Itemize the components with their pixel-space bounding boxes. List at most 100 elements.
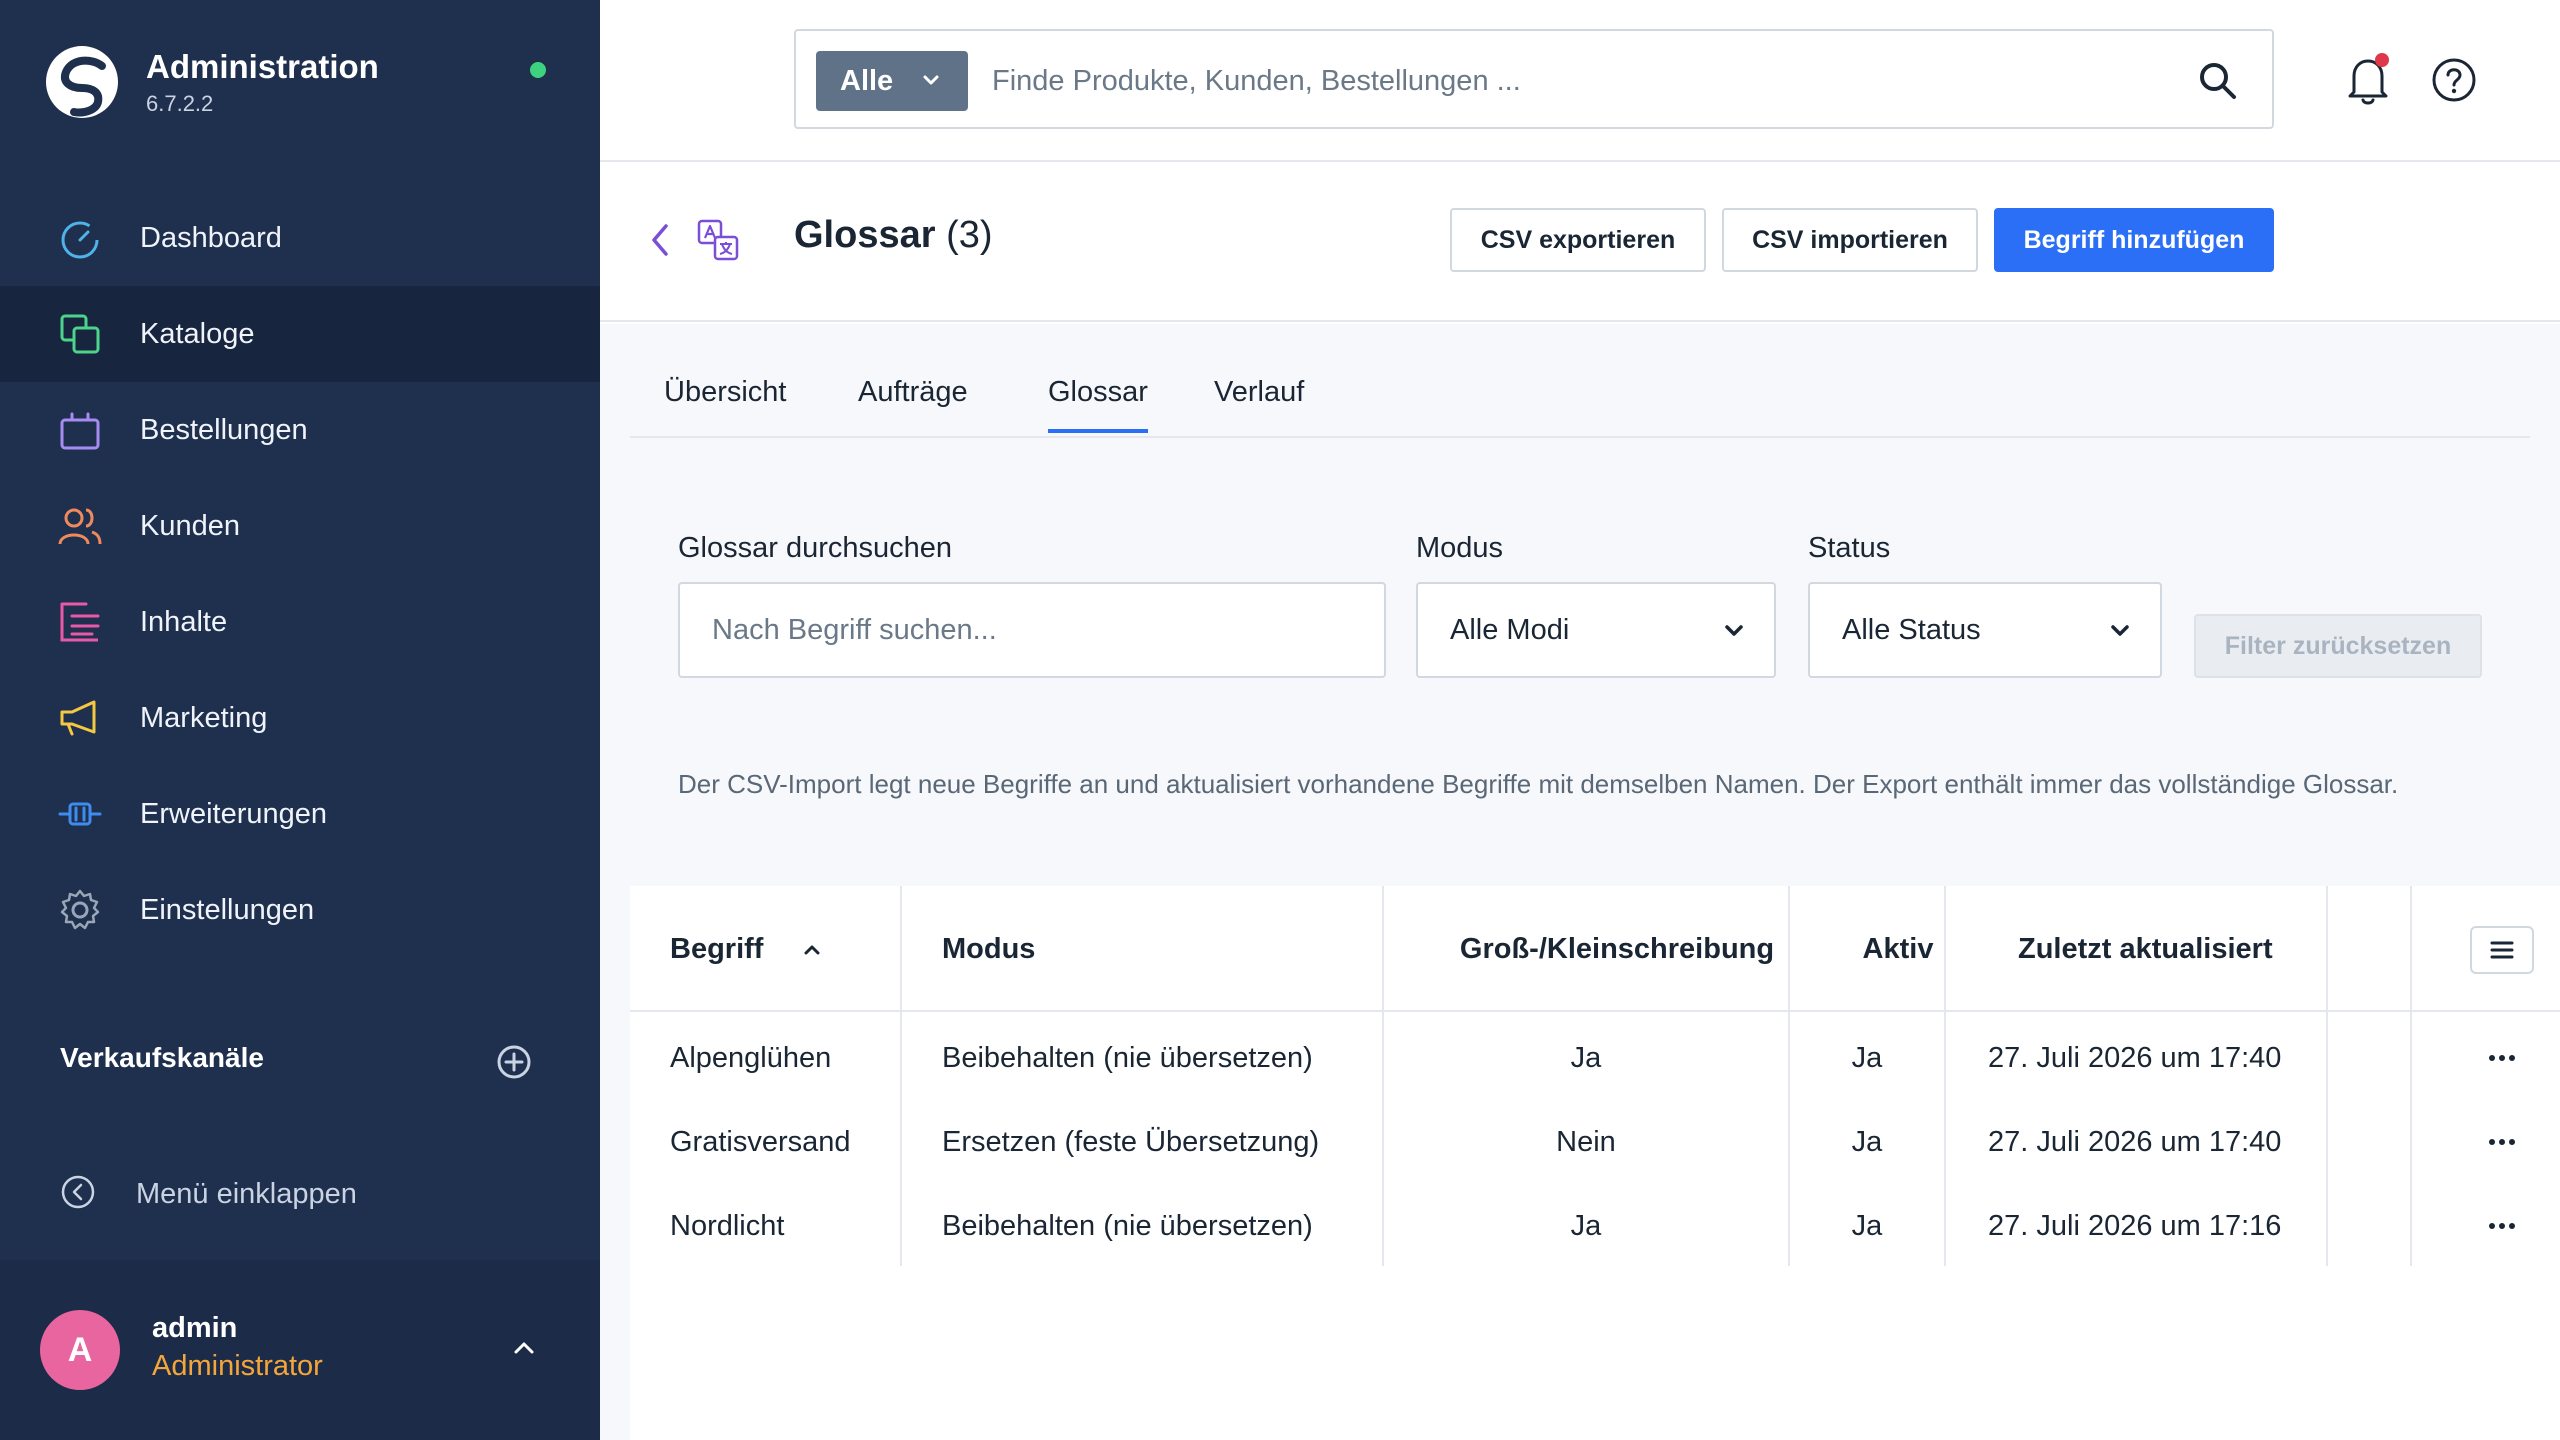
main-navigation: Dashboard Kataloge Bestellungen Kunden I… [0, 190, 600, 958]
sidebar-item-label: Bestellungen [140, 413, 308, 446]
tab-verlauf[interactable]: Verlauf [1214, 376, 1304, 429]
back-chevron-icon[interactable] [644, 218, 676, 262]
gear-icon [60, 889, 100, 930]
csv-import-button[interactable]: CSV importieren [1722, 208, 1978, 272]
search-scope-dropdown[interactable]: Alle [816, 51, 968, 111]
table-row[interactable]: Alpenglühen Beibehalten (nie übersetzen)… [630, 1016, 2560, 1100]
glossary-search-input[interactable] [678, 582, 1386, 678]
column-header-case-sensitive[interactable]: Groß-/Kleinschreibung [1414, 886, 1820, 1012]
status-filter-select[interactable]: Alle Status [1808, 582, 2162, 678]
chevron-down-icon [2111, 625, 2129, 636]
status-online-indicator [530, 62, 546, 78]
cell-updated: 27. Juli 2026 um 17:40 [1988, 1125, 2282, 1158]
tab-auftraege[interactable]: Aufträge [858, 376, 968, 429]
cell-aktiv: Ja [1851, 1209, 1883, 1242]
sidebar-item-kataloge[interactable]: Kataloge [0, 286, 600, 382]
tab-glossar[interactable]: Glossar [1048, 376, 1148, 433]
cell-modus: Beibehalten (nie übersetzen) [942, 1209, 1313, 1242]
table-row[interactable]: Gratisversand Ersetzen (feste Übersetzun… [630, 1100, 2560, 1184]
chevron-left-circle-icon [61, 1175, 95, 1209]
catalog-copy-icon [60, 314, 100, 354]
add-circle-icon[interactable] [496, 1044, 532, 1080]
more-actions-icon[interactable] [2482, 1214, 2522, 1238]
notification-bell-icon[interactable] [2340, 52, 2396, 108]
page-title-text: Glossar [794, 214, 936, 256]
search-icon[interactable] [2196, 59, 2240, 103]
global-search: Alle [794, 29, 2274, 129]
sidebar-item-inhalte[interactable]: Inhalte [0, 574, 600, 670]
page-title-count: (3) [946, 214, 993, 256]
list-menu-icon [2490, 941, 2514, 959]
sidebar-item-bestellungen[interactable]: Bestellungen [0, 382, 600, 478]
cell-aktiv: Ja [1851, 1125, 1883, 1158]
megaphone-icon [60, 700, 96, 736]
sidebar-item-label: Kataloge [140, 317, 255, 350]
mode-filter-select[interactable]: Alle Modi [1416, 582, 1776, 678]
page-header: Glossar (3) CSV exportieren CSV importie… [600, 162, 2560, 322]
column-header-begriff[interactable]: Begriff [670, 886, 870, 1012]
sidebar-item-label: Marketing [140, 701, 268, 734]
cell-updated: 27. Juli 2026 um 17:40 [1988, 1041, 2282, 1074]
translate-icon [697, 219, 739, 261]
collapse-menu-button[interactable]: Menü einklappen [60, 1170, 540, 1220]
sidebar: Administration 6.7.2.2 Dashboard Katalog… [0, 0, 600, 1440]
app-name: Administration [146, 48, 379, 85]
sales-channels-section: Verkaufskanäle [60, 1036, 540, 1086]
help-icon[interactable] [2430, 56, 2478, 104]
glossary-search-label: Glossar durchsuchen [678, 532, 953, 564]
sidebar-item-label: Kunden [140, 509, 240, 542]
sidebar-item-label: Inhalte [140, 605, 228, 638]
search-scope-label: Alle [840, 64, 894, 97]
cell-modus: Ersetzen (feste Übersetzung) [942, 1125, 1320, 1158]
cell-case-sensitive: Ja [1570, 1209, 1602, 1242]
cell-case-sensitive: Nein [1556, 1125, 1616, 1158]
content-list-icon [60, 602, 100, 642]
sidebar-item-einstellungen[interactable]: Einstellungen [0, 862, 600, 958]
column-header-modus[interactable]: Modus [942, 886, 1035, 1012]
add-term-button[interactable]: Begriff hinzufügen [1994, 208, 2274, 272]
column-header-label: Begriff [670, 932, 764, 965]
sales-channels-heading: Verkaufskanäle [60, 1042, 264, 1073]
table-header: Begriff Modus Groß-/Kleinschreibung Akti… [630, 886, 2560, 1012]
cell-updated: 27. Juli 2026 um 17:16 [1988, 1209, 2282, 1242]
mode-filter-value: Alle Modi [1450, 613, 1570, 646]
glossary-table: Begriff Modus Groß-/Kleinschreibung Akti… [630, 886, 2560, 1440]
csv-export-button[interactable]: CSV exportieren [1450, 208, 1706, 272]
more-actions-icon[interactable] [2482, 1130, 2522, 1154]
chevron-down-icon [1725, 625, 1743, 636]
avatar[interactable]: A [40, 1310, 120, 1390]
sidebar-item-label: Dashboard [140, 221, 282, 254]
reset-filters-button[interactable]: Filter zurücksetzen [2194, 614, 2482, 678]
sidebar-item-kunden[interactable]: Kunden [0, 478, 600, 574]
user-panel: A admin Administrator [0, 1260, 600, 1440]
cell-case-sensitive: Ja [1570, 1041, 1602, 1074]
column-header-updated[interactable]: Zuletzt aktualisiert [2018, 886, 2273, 1012]
sidebar-item-erweiterungen[interactable]: Erweiterungen [0, 766, 600, 862]
tab-uebersicht[interactable]: Übersicht [664, 376, 787, 429]
sidebar-item-marketing[interactable]: Marketing [0, 670, 600, 766]
chevron-up-icon[interactable] [508, 1332, 540, 1364]
sidebar-item-label: Einstellungen [140, 893, 315, 926]
sort-ascending-icon [804, 945, 820, 955]
user-role: Administrator [152, 1350, 323, 1382]
shopping-bag-icon [60, 412, 100, 450]
app-version: 6.7.2.2 [146, 91, 214, 116]
table-row[interactable]: Nordlicht Beibehalten (nie übersetzen) J… [630, 1184, 2560, 1268]
page-title: Glossar (3) [794, 214, 993, 257]
column-settings-button[interactable] [2470, 926, 2534, 974]
dashboard-gauge-icon [61, 221, 99, 259]
more-actions-icon[interactable] [2482, 1046, 2522, 1070]
search-input[interactable] [992, 53, 2152, 109]
chevron-down-icon [923, 75, 939, 85]
shopware-logo-icon [46, 46, 118, 118]
sidebar-item-dashboard[interactable]: Dashboard [0, 190, 600, 286]
top-bar: Alle [600, 0, 2560, 162]
column-header-aktiv[interactable]: Aktiv [1820, 886, 1976, 1012]
cell-begriff: Gratisversand [670, 1125, 851, 1158]
main-content: Übersicht Aufträge Glossar Verlauf Gloss… [600, 324, 2560, 1440]
users-icon [58, 508, 102, 545]
collapse-menu-label: Menü einklappen [136, 1178, 357, 1210]
cell-begriff: Alpenglühen [670, 1041, 832, 1074]
tab-bar: Übersicht Aufträge Glossar Verlauf [630, 324, 2530, 438]
user-name: admin [152, 1312, 238, 1344]
